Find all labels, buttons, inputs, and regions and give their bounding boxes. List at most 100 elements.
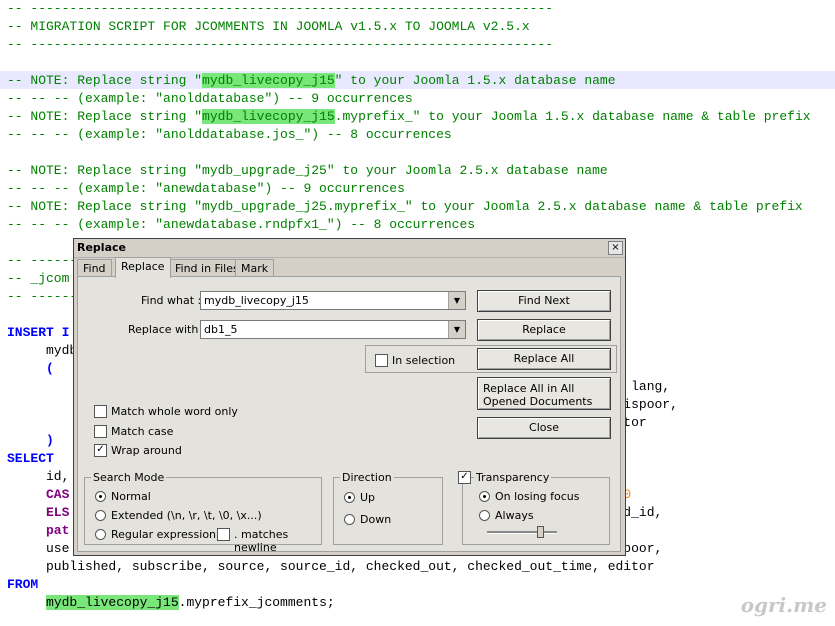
chevron-down-icon[interactable]: ▼ <box>448 321 465 338</box>
code-line: -- _jcom <box>7 270 69 288</box>
matches-newline-label: . matches newline <box>234 528 289 554</box>
wrap-around-checkbox[interactable]: ✓ <box>94 444 107 457</box>
code-token: -- NOTE: Replace string "mydb_upgrade_j2… <box>7 199 803 214</box>
replace-with-input[interactable]: db1_5 ▼ <box>200 320 466 339</box>
code-line: mydb <box>7 342 77 360</box>
tab-find[interactable]: Find <box>77 259 112 277</box>
replace-button[interactable]: Replace <box>477 319 611 341</box>
whole-word-checkbox[interactable] <box>94 405 107 418</box>
code-token: ) <box>7 433 54 448</box>
tab-replace[interactable]: Replace <box>115 257 171 278</box>
find-what-input[interactable]: mydb_livecopy_j15 ▼ <box>200 291 466 310</box>
code-token: .myprefix_jcomments; <box>178 595 335 610</box>
transparency-slider-track[interactable] <box>487 531 557 534</box>
replace-tab-panel: Find what : mydb_livecopy_j15 ▼ Replace … <box>77 276 621 554</box>
code-line: SELECT <box>7 450 54 468</box>
regex-radio[interactable] <box>95 529 106 540</box>
transparency-title: Transparency <box>474 471 552 484</box>
code-token: -- NOTE: Replace string " <box>7 109 203 124</box>
code-token: -- -- -- (example: "anolddatabase") -- 9… <box>7 91 413 106</box>
direction-title: Direction <box>340 471 394 484</box>
code-line: mydb_livecopy_j15.myprefix_jcomments; <box>7 594 335 612</box>
code-line: ) <box>7 432 54 450</box>
code-line: pat <box>7 522 69 540</box>
code-token: -- -- -- (example: "anewdatabase") -- 9 … <box>7 181 405 196</box>
code-token: ( <box>7 361 54 376</box>
direction-group: Direction Up Down <box>333 471 443 545</box>
code-line: -- NOTE: Replace string "mydb_upgrade_j2… <box>7 162 608 180</box>
down-label: Down <box>360 513 392 526</box>
transparency-slider-thumb[interactable] <box>536 526 544 538</box>
always-radio[interactable] <box>479 510 490 521</box>
down-radio[interactable] <box>344 514 355 525</box>
code-token: -- -------------------------------------… <box>7 37 554 52</box>
normal-radio[interactable] <box>95 491 106 502</box>
replace-with-label: Replace with : <box>128 323 206 336</box>
transparency-checkbox[interactable]: ✓ <box>458 471 471 484</box>
dialog-titlebar[interactable]: Replace × <box>74 239 625 258</box>
search-match-highlight: mydb_livecopy_j15 <box>46 595 179 610</box>
regex-label: Regular expression <box>111 528 217 541</box>
code-line: -- -- -- (example: "anolddatabase.jos_")… <box>7 126 452 144</box>
find-what-label: Find what : <box>141 294 202 307</box>
code-line: -- -- -- (example: "anolddatabase") -- 9… <box>7 90 413 108</box>
find-what-value: mydb_livecopy_j15 <box>204 294 309 307</box>
code-line: published, subscribe, source, source_id,… <box>7 558 655 576</box>
code-line: FROM <box>7 576 38 594</box>
match-case-checkbox[interactable] <box>94 425 107 438</box>
code-line: -- -- -- (example: "anewdatabase.rndpfx1… <box>7 216 475 234</box>
code-line: -- -- -- (example: "anewdatabase") -- 9 … <box>7 180 405 198</box>
matches-newline-checkbox[interactable] <box>217 528 230 541</box>
code-token: -- -------------------------------------… <box>7 1 554 16</box>
code-line: INSERT I <box>7 324 69 342</box>
code-token: -- -- -- (example: "anewdatabase.rndpfx1… <box>7 217 476 232</box>
in-selection-checkbox[interactable] <box>375 354 388 367</box>
replace-all-button[interactable]: Replace All <box>477 348 611 370</box>
code-token: use <box>7 541 70 556</box>
code-line: -- MIGRATION SCRIPT FOR JCOMMENTS IN JOO… <box>7 18 530 36</box>
on-losing-focus-label: On losing focus <box>495 490 580 503</box>
code-token: pat <box>7 523 70 538</box>
normal-label: Normal <box>111 490 151 503</box>
chevron-down-icon[interactable]: ▼ <box>448 292 465 309</box>
code-token: FROM <box>7 577 39 592</box>
search-mode-title: Search Mode <box>91 471 167 484</box>
extended-radio[interactable] <box>95 510 106 521</box>
code-token: -- NOTE: Replace string " <box>7 73 203 88</box>
code-token: SELECT <box>7 451 54 466</box>
search-match-highlight: mydb_livecopy_j15 <box>202 109 335 124</box>
tab-find-in-files[interactable]: Find in Files <box>169 259 245 277</box>
on-losing-focus-radio[interactable] <box>479 491 490 502</box>
search-match-highlight: mydb_livecopy_j15 <box>202 73 335 88</box>
code-line: -- NOTE: Replace string "mydb_upgrade_j2… <box>7 198 803 216</box>
code-line: ( <box>7 360 54 378</box>
whole-word-label: Match whole word only <box>111 405 238 418</box>
close-button[interactable]: Close <box>477 417 611 439</box>
up-label: Up <box>360 491 376 504</box>
code-token: " to your Joomla 1.5.x database name <box>334 73 616 88</box>
in-selection-label: In selection <box>392 354 456 367</box>
transparency-group: ✓ Transparency On losing focus Always <box>458 471 610 545</box>
search-mode-group: Search Mode Normal Extended (\n, \r, \t,… <box>84 471 322 554</box>
up-radio[interactable] <box>344 492 355 503</box>
code-token: -- _jcom <box>7 271 70 286</box>
code-token: ELS <box>7 505 70 520</box>
code-token: -- MIGRATION SCRIPT FOR JCOMMENTS IN JOO… <box>7 19 530 34</box>
code-line: -- NOTE: Replace string "mydb_livecopy_j… <box>7 72 616 90</box>
wrap-around-label: Wrap around <box>111 444 182 457</box>
find-next-button[interactable]: Find Next <box>477 290 611 312</box>
tab-mark[interactable]: Mark <box>235 259 275 277</box>
extended-label: Extended (\n, \r, \t, \0, \x...) <box>111 509 262 522</box>
replace-all-opened-button[interactable]: Replace All in All Opened Documents <box>477 377 611 410</box>
code-token: mydb <box>7 343 78 358</box>
watermark: ogri.me <box>740 593 827 617</box>
always-label: Always <box>495 509 534 522</box>
match-case-label: Match case <box>111 425 174 438</box>
code-token: -- -- -- (example: "anolddatabase.jos_")… <box>7 127 452 142</box>
code-line: -- -------------------------------------… <box>7 0 553 18</box>
replace-with-value: db1_5 <box>204 323 238 336</box>
close-icon[interactable]: × <box>608 241 623 255</box>
replace-dialog: Replace × Find Replace Find in Files Mar… <box>73 238 626 556</box>
code-token: -- NOTE: Replace string "mydb_upgrade_j2… <box>7 163 608 178</box>
